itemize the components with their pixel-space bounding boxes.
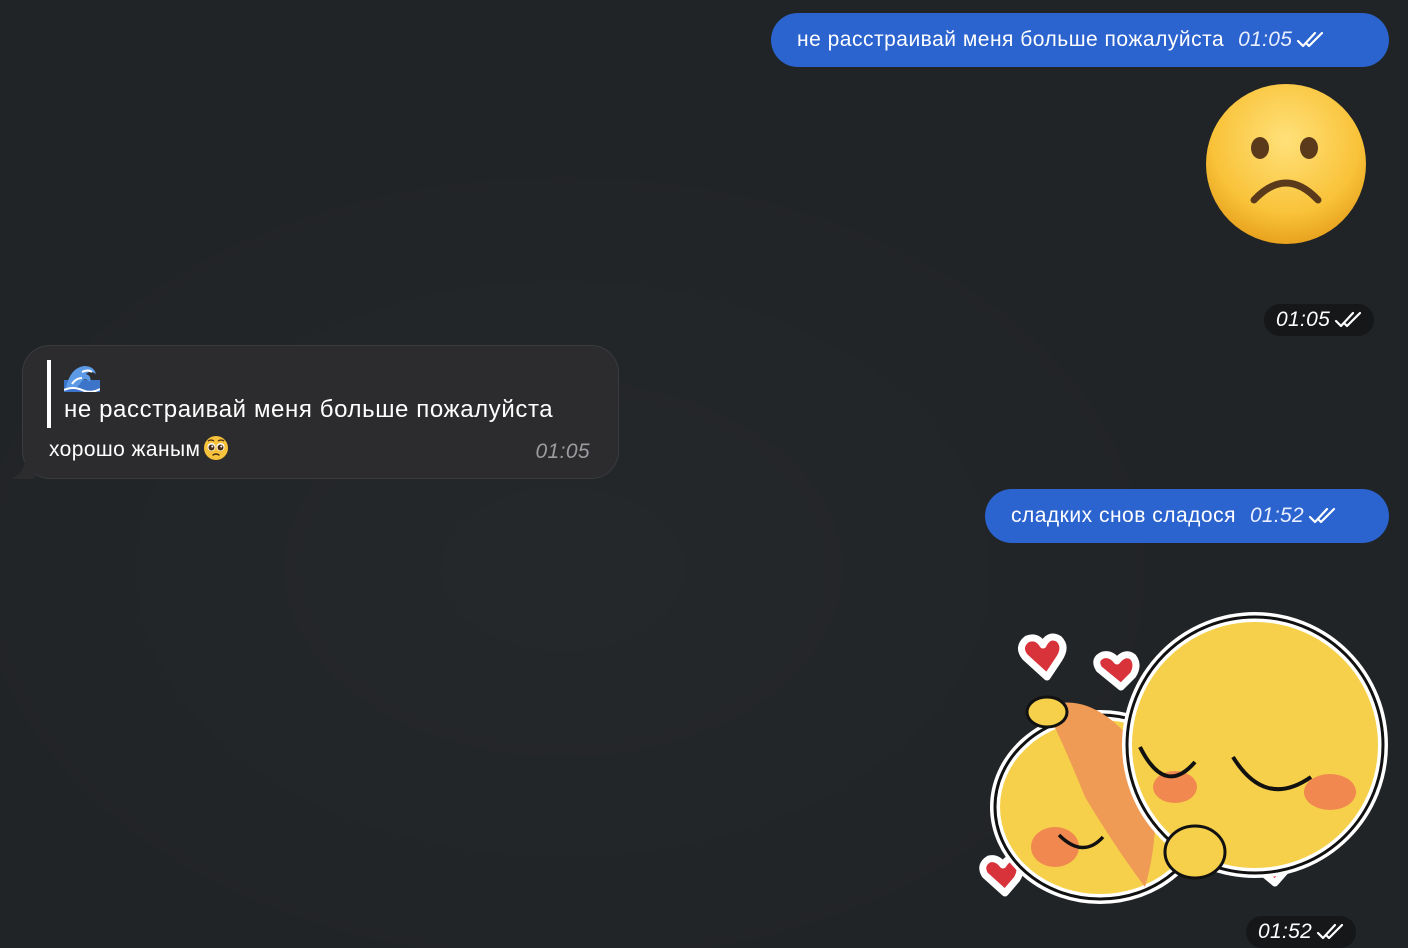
double-check-read-icon [1296,30,1326,50]
water-wave-icon [64,366,100,392]
outgoing-message-bubble[interactable]: сладких снов сладося 01:52 [985,489,1389,543]
emoji-time-pill: 01:05 [1264,304,1375,336]
double-check-read-icon [1316,922,1346,942]
outgoing-message-bubble[interactable]: не расстраивай меня больше пожалуйста 01… [771,13,1389,67]
incoming-message-bubble[interactable]: не расстраивай меня больше пожалуйста хо… [11,345,619,479]
double-check-read-icon [1334,310,1364,330]
cuddling-chicks-sticker[interactable] [975,597,1390,917]
frowning-face-emoji[interactable] [1204,82,1368,246]
message-time: 01:05 [1276,308,1331,331]
message-time: 01:52 [1258,920,1313,943]
message-text: хорошо жаным [49,438,201,461]
message-text: не расстраивай меня больше пожалуйста [797,28,1225,51]
message-time: 01:52 [1249,504,1305,527]
message-time: 01:05 [1238,28,1293,51]
chat-view[interactable]: не расстраивай меня больше пожалуйста 01… [0,0,1408,948]
reply-quote[interactable]: не расстраивай меня больше пожалуйста [47,360,553,428]
reply-quote-text: не расстраивай меня больше пожалуйста [64,396,554,423]
message-time: 01:05 [535,440,590,463]
pleading-face-icon [204,436,229,460]
message-text: сладких снов сладося [1011,504,1236,527]
double-check-read-icon [1308,506,1338,526]
sticker-time-pill: 01:52 [1246,916,1357,948]
bubble-tail [11,459,35,479]
